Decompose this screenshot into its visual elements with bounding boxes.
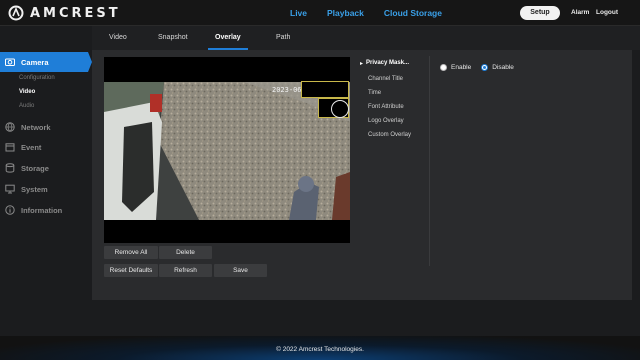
nav-playback[interactable]: Playback [327, 8, 364, 18]
caret-right-icon: ▸ [360, 61, 364, 67]
tab-overlay[interactable]: Overlay [215, 34, 241, 41]
logo-text: AMCREST [30, 5, 121, 21]
disable-label: Disable [492, 64, 514, 71]
copyright-text: © 2022 Amcrest Technologies. [276, 346, 364, 353]
footer: © 2022 Amcrest Technologies. [0, 336, 640, 360]
calendar-icon [5, 142, 15, 152]
logout-link[interactable]: Logout [596, 9, 618, 16]
nav-live[interactable]: Live [290, 8, 307, 18]
sidebar-item-information[interactable]: Information [0, 203, 92, 217]
delete-button[interactable]: Delete [159, 246, 212, 259]
sidebar-item-label: System [21, 184, 48, 194]
sidebar-sub-configuration[interactable]: Configuration [19, 75, 55, 81]
sidebar-item-label: Network [21, 122, 51, 132]
overlay-item-logo-overlay[interactable]: Logo Overlay [368, 118, 404, 124]
sidebar-item-label: Event [21, 142, 42, 152]
top-bar: AMCREST Live Playback Cloud Storage Setu… [0, 0, 640, 26]
tab-snapshot[interactable]: Snapshot [158, 34, 188, 41]
enable-label: Enable [451, 64, 472, 71]
refresh-button[interactable]: Refresh [159, 264, 212, 277]
setup-button[interactable]: Setup [520, 6, 560, 20]
sidebar-item-camera[interactable]: Camera [0, 52, 92, 72]
amcrest-logo[interactable]: AMCREST [8, 5, 121, 21]
sidebar-item-system[interactable]: System [0, 182, 92, 196]
tab-video[interactable]: Video [109, 34, 127, 41]
sidebar-item-event[interactable]: Event [0, 140, 92, 154]
camera-icon [5, 57, 15, 67]
sidebar-item-label: Information [21, 205, 63, 215]
reset-defaults-button[interactable]: Reset Defaults [104, 264, 158, 277]
overlay-item-time[interactable]: Time [368, 90, 381, 96]
info-icon [5, 205, 15, 215]
overlay-panel: 2023-06-0 Remove All Delete Reset Defaul… [92, 50, 632, 300]
privacy-mask-toggle: Enable Disable [440, 64, 514, 71]
video-preview[interactable]: 2023-06-0 [104, 57, 350, 243]
alarm-link[interactable]: Alarm [571, 9, 589, 16]
enable-radio[interactable] [440, 64, 447, 71]
tab-path[interactable]: Path [276, 34, 290, 41]
sidebar: Camera Configuration Video Audio Network… [0, 26, 92, 336]
sidebar-item-label: Storage [21, 163, 49, 173]
sidebar-item-label: Camera [21, 57, 49, 67]
sidebar-item-storage[interactable]: Storage [0, 161, 92, 175]
logo-mark-icon [8, 5, 24, 21]
disable-radio[interactable] [481, 64, 489, 71]
globe-icon [5, 122, 15, 132]
privacy-mask-region-1[interactable] [301, 81, 349, 98]
sidebar-sub-video[interactable]: Video [19, 89, 35, 95]
nav-cloud-storage[interactable]: Cloud Storage [384, 8, 442, 18]
main-content: Video Snapshot Overlay Path 2023-06-0 Re… [92, 26, 640, 336]
mouse-cursor-icon [331, 100, 349, 118]
remove-all-button[interactable]: Remove All [104, 246, 158, 259]
overlay-item-font-attribute[interactable]: Font Attribute [368, 104, 404, 110]
database-icon [5, 163, 15, 173]
overlay-item-channel-title[interactable]: Channel Title [368, 76, 403, 82]
sidebar-sub-audio[interactable]: Audio [19, 103, 34, 109]
camera-scene-image [104, 82, 350, 220]
overlay-type-list: ▸ Privacy Mask... Channel Title Time Fon… [360, 56, 430, 266]
monitor-icon [5, 184, 15, 194]
overlay-item-custom-overlay[interactable]: Custom Overlay [368, 132, 411, 138]
overlay-item-privacy-mask[interactable]: Privacy Mask... [366, 60, 409, 66]
top-nav: Live Playback Cloud Storage [290, 8, 462, 18]
tab-bar: Video Snapshot Overlay Path [92, 26, 640, 50]
sidebar-item-network[interactable]: Network [0, 120, 92, 134]
save-button[interactable]: Save [214, 264, 267, 277]
